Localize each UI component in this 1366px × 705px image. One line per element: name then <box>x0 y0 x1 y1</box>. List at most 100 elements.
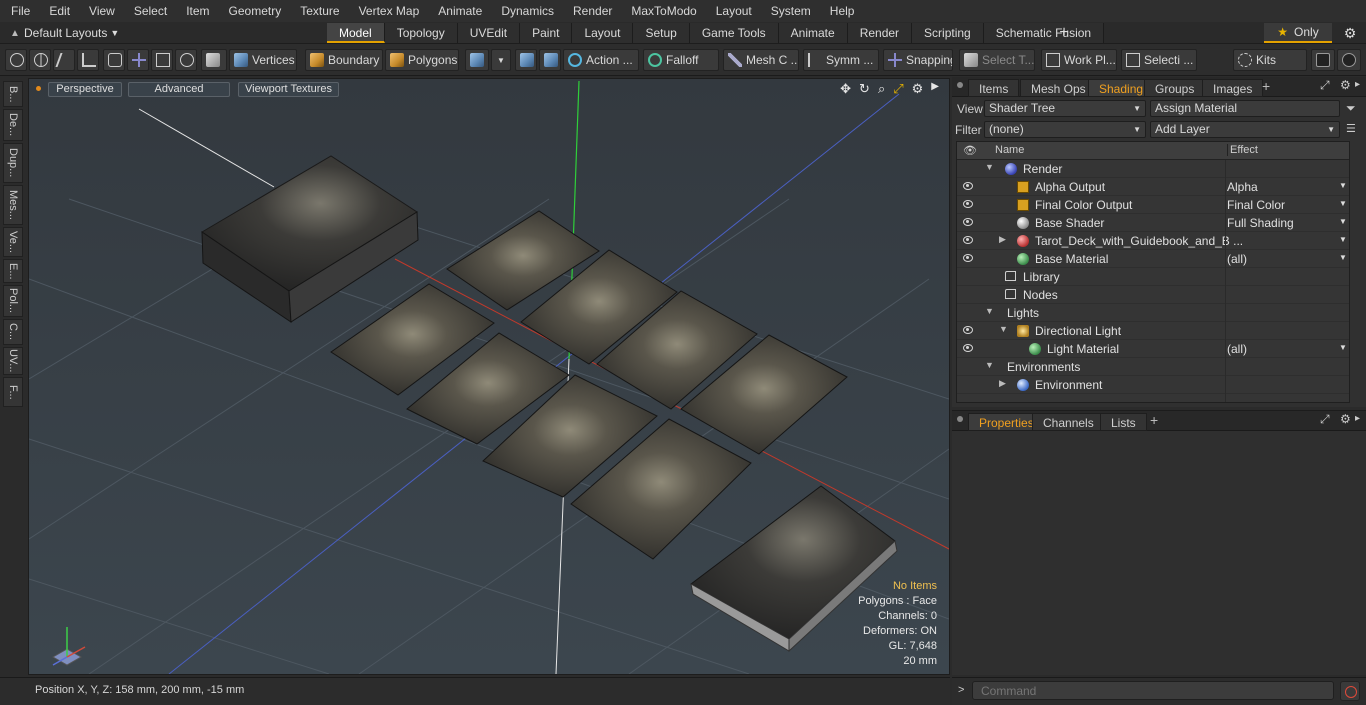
strip-tab-fusion[interactable]: F... <box>3 377 23 407</box>
visibility-eye-icon[interactable] <box>963 200 973 208</box>
tab-game-tools[interactable]: Game Tools <box>689 23 779 43</box>
viewport-textures-dropdown[interactable]: Viewport Textures <box>238 82 339 97</box>
menu-item[interactable]: Item <box>175 0 217 22</box>
strip-tab-duplicate[interactable]: Dup... <box>3 143 23 183</box>
expand-triangle-icon[interactable]: ▶ <box>999 378 1006 389</box>
strip-tab-curve[interactable]: C... <box>3 319 23 345</box>
tab-setup[interactable]: Setup <box>633 23 690 43</box>
tree-row-effect[interactable]: Alpha <box>1227 180 1258 194</box>
expand-triangle-icon[interactable]: ▼ <box>985 360 994 370</box>
brush-button[interactable] <box>77 49 99 71</box>
gear-icon[interactable]: ⚙ <box>1340 23 1360 43</box>
item-mode-button[interactable] <box>201 49 227 71</box>
menu-animate[interactable]: Animate <box>427 0 490 22</box>
perspective-dropdown[interactable]: Perspective <box>48 82 122 97</box>
record-macro-button[interactable] <box>1340 681 1360 701</box>
chevron-down-icon[interactable]: ▼ <box>1339 343 1347 352</box>
tab-groups[interactable]: Groups <box>1144 79 1206 97</box>
command-input[interactable] <box>972 681 1334 700</box>
strip-tab-mesh-edit[interactable]: Mes... <box>3 185 23 225</box>
collapse-up-icon[interactable]: ▲ <box>6 28 24 39</box>
menu-select[interactable]: Select <box>123 0 175 22</box>
select-circle-button[interactable] <box>5 49 27 71</box>
zoom-view-icon[interactable]: ⌕ <box>878 81 885 97</box>
menu-file[interactable]: File <box>0 0 38 22</box>
strip-tab-vertex[interactable]: Ve... <box>3 227 23 257</box>
column-name[interactable]: Name <box>995 144 1024 156</box>
tab-render[interactable]: Render <box>847 23 913 43</box>
play-arrow-icon[interactable]: ▶ <box>931 81 939 97</box>
tab-items[interactable]: Items <box>968 79 1020 97</box>
boundary-button[interactable]: Boundary <box>305 49 383 71</box>
tree-row-directional-light[interactable]: ▼ Directional Light <box>957 322 1349 340</box>
work-plane-button[interactable]: Work Pl... <box>1041 49 1117 71</box>
tree-row-library[interactable]: Library <box>957 268 1349 286</box>
falloff-button[interactable]: Falloff <box>643 49 719 71</box>
column-effect[interactable]: Effect <box>1227 144 1258 156</box>
tab-uvedit[interactable]: UVEdit <box>457 23 521 43</box>
select-through-button[interactable]: Select T... <box>959 49 1035 71</box>
selection-button[interactable]: Selecti ... <box>1121 49 1197 71</box>
tab-animate[interactable]: Animate <box>778 23 848 43</box>
chevron-down-icon[interactable]: ▼ <box>1339 217 1347 226</box>
mode-dropdown-button[interactable]: ▼ <box>491 49 511 71</box>
viewport-scene[interactable] <box>29 79 949 674</box>
panel-gear-icon[interactable]: ⚙ <box>1340 412 1351 426</box>
menu-layout[interactable]: Layout <box>705 0 760 22</box>
tree-row-nodes[interactable]: Nodes <box>957 286 1349 304</box>
menu-dynamics[interactable]: Dynamics <box>490 0 562 22</box>
frame-button[interactable] <box>151 49 173 71</box>
tree-row-effect[interactable]: Full Shading <box>1227 216 1294 230</box>
funnel-icon[interactable]: ⏷ <box>1346 101 1356 116</box>
menu-geometry[interactable]: Geometry <box>218 0 290 22</box>
list-options-icon[interactable]: ☰ <box>1346 122 1356 135</box>
visibility-eye-icon[interactable] <box>963 254 973 262</box>
menu-view[interactable]: View <box>78 0 123 22</box>
tree-row-alpha-output[interactable]: Alpha Output Alpha ▼ <box>957 178 1349 196</box>
tree-row-base-shader[interactable]: Base Shader Full Shading ▼ <box>957 214 1349 232</box>
strip-tab-edge[interactable]: E... <box>3 259 23 283</box>
add-tab-icon[interactable]: + <box>1262 78 1270 94</box>
panel-arrow-icon[interactable]: ▸ <box>1355 413 1360 424</box>
menu-vertex-map[interactable]: Vertex Map <box>348 0 428 22</box>
snapping-button[interactable]: Snapping <box>883 49 953 71</box>
tree-row-render[interactable]: ▼ Render <box>957 160 1349 178</box>
add-layer-dropdown[interactable]: Add Layer ▼ <box>1150 121 1340 138</box>
tab-mesh-ops[interactable]: Mesh Ops <box>1020 79 1097 97</box>
strip-tab-polygon[interactable]: Pol... <box>3 285 23 317</box>
menu-help[interactable]: Help <box>819 0 863 22</box>
add-tab-icon[interactable]: + <box>1150 412 1158 428</box>
unreal-button[interactable] <box>1337 49 1361 71</box>
tab-topology[interactable]: Topology <box>384 23 458 43</box>
maximize-panel-icon[interactable]: ⤢ <box>1320 412 1330 427</box>
filter-dropdown[interactable]: (none) ▼ <box>984 121 1146 138</box>
tab-layout[interactable]: Layout <box>572 23 634 43</box>
menu-system[interactable]: System <box>760 0 819 22</box>
expand-triangle-icon[interactable]: ▼ <box>999 324 1008 334</box>
kits-button[interactable]: Kits <box>1233 49 1307 71</box>
grid-snap-button[interactable] <box>127 49 149 71</box>
menu-render[interactable]: Render <box>562 0 620 22</box>
symmetry-b-button[interactable] <box>539 49 561 71</box>
only-toggle[interactable]: ★ Only <box>1264 23 1332 43</box>
tree-row-base-material[interactable]: Base Material (all) ▼ <box>957 250 1349 268</box>
tree-row-lights[interactable]: ▼ Lights <box>957 304 1349 322</box>
assign-material-button[interactable]: Assign Material <box>1150 100 1340 117</box>
symmetry-button[interactable]: Symm ... <box>803 49 879 71</box>
tree-row-tarot-material-group[interactable]: ▶ Tarot_Deck_with_Guidebook_and_B ... ▼ <box>957 232 1349 250</box>
tree-row-light-material[interactable]: Light Material (all) ▼ <box>957 340 1349 358</box>
tab-channels[interactable]: Channels <box>1032 413 1105 431</box>
menu-maxtomodo[interactable]: MaxToModo <box>620 0 704 22</box>
visibility-eye-icon[interactable] <box>963 218 973 226</box>
menu-texture[interactable]: Texture <box>289 0 347 22</box>
visibility-eye-icon[interactable] <box>963 326 973 334</box>
tab-paint[interactable]: Paint <box>520 23 573 43</box>
tab-lists[interactable]: Lists <box>1100 413 1147 431</box>
panel-arrow-icon[interactable]: ▸ <box>1355 79 1360 90</box>
tab-model[interactable]: Model <box>327 23 385 43</box>
pen-button[interactable] <box>53 49 75 71</box>
3d-viewport[interactable]: Perspective Advanced Viewport Textures ✥… <box>28 78 950 675</box>
viewport-gear-icon[interactable]: ⚙ <box>912 81 924 97</box>
chevron-down-icon[interactable]: ▼ <box>1339 181 1347 190</box>
tab-schematic-fusion[interactable]: Schematic Fusion <box>983 23 1105 43</box>
